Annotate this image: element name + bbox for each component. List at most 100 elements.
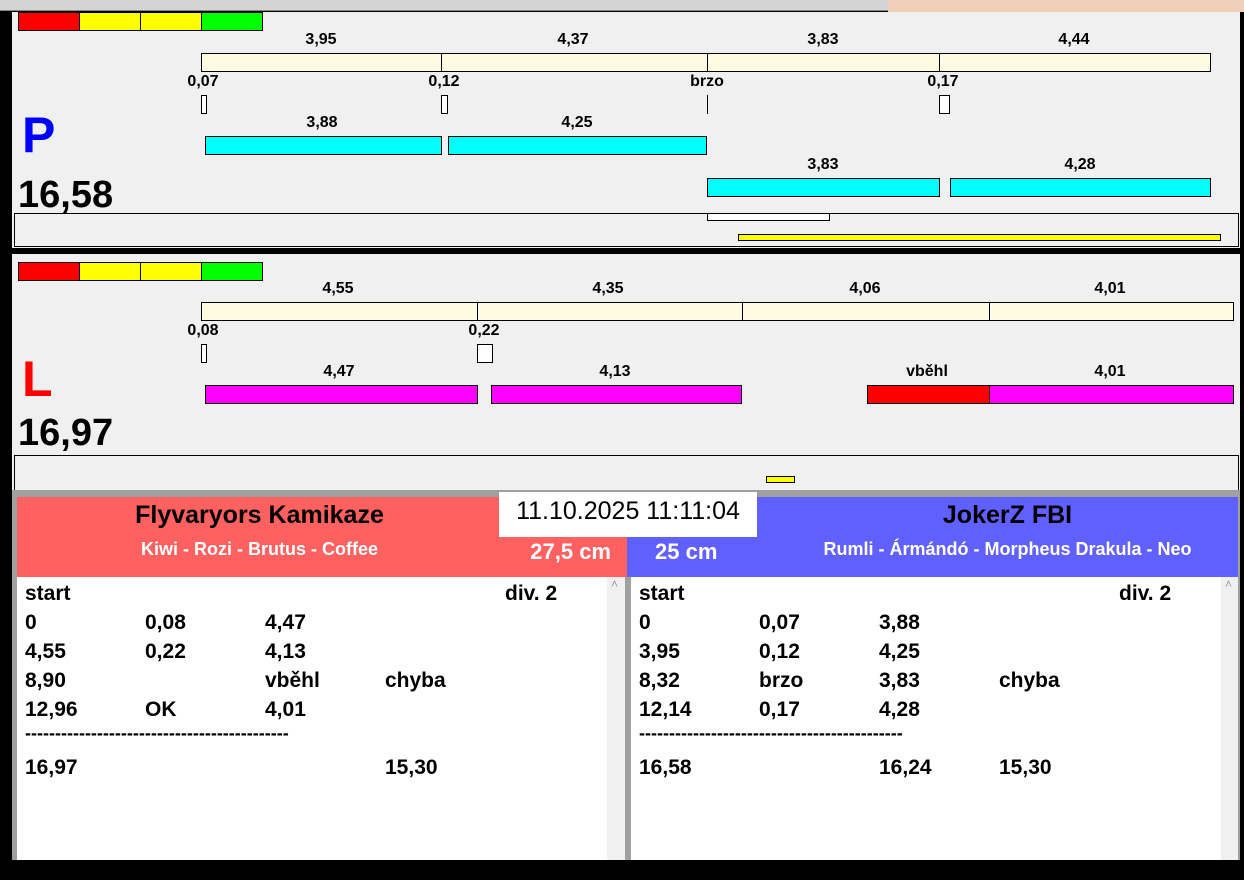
reaction-label: 0,07 [187,73,219,90]
dog-time-label: 4,13 [599,363,631,380]
cell: 0,12 [759,640,800,663]
cell: 8,90 [25,669,66,692]
split-bar [989,302,1234,321]
reaction-label: brzo [690,73,724,90]
light-yellow [79,262,141,281]
cell: 4,01 [265,698,306,721]
light-green [201,262,263,281]
split-bar [477,302,743,321]
team-left-height: 27,5 cm [530,539,611,564]
dog-time-bar [205,385,478,404]
results-list-right[interactable]: start div. 2 0 0,07 3,88 3,95 0,12 4,25 8,32… [631,577,1221,860]
scrollbar-right[interactable] [1221,577,1238,860]
results-list-left[interactable]: start div. 2 0 0,08 4,47 4,55 0,22 4,13 8,90… [17,577,607,860]
progress-marker [707,213,830,221]
reaction-mark [201,344,207,363]
list-header-start: start [639,582,685,605]
light-red [18,12,80,31]
cell: 3,95 [639,640,680,663]
split-label: 4,44 [1058,31,1090,48]
fault-bar [867,385,990,404]
timestamp: 11.10.2025 11:11:04 [499,492,757,537]
team-right-name: JokerZ FBI [942,501,1073,529]
cell: 4,28 [879,698,920,721]
team-left-name: Flyvaryors Kamikaze [135,501,384,529]
progress-box [14,455,1239,491]
light-red [18,262,80,281]
light-yellow [79,12,141,31]
reaction-mark [441,95,448,114]
cell: 0 [25,611,37,634]
cell: 4,13 [265,640,306,663]
dog-time-bar [950,178,1211,197]
dog-time-bar [989,385,1234,404]
cell: 0,07 [759,611,800,634]
cell: 12,96 [25,698,78,721]
cell: 0,17 [759,698,800,721]
light-yellow [140,262,202,281]
split-bar [201,302,478,321]
dog-time-label: 4,01 [1094,363,1126,380]
split-label: 3,95 [305,31,337,48]
tab-strip[interactable] [0,0,888,11]
cell: 16,97 [25,756,78,779]
lane-total: 16,97 [18,412,114,454]
dog-time-bar [448,136,707,155]
team-left-dogs: Kiwi - Rozi - Brutus - Coffee [141,539,378,559]
cell: 8,32 [639,669,680,692]
cell: 4,47 [265,611,306,634]
dog-time-label: 3,88 [306,114,338,131]
progress-bar [766,476,795,483]
split-label: 4,01 [1094,280,1126,297]
reaction-label: 0,12 [428,73,460,90]
dog-time-label: 4,28 [1064,156,1096,173]
dog-time-bar [707,178,940,197]
cell: brzo [759,669,804,692]
dog-time-label: 4,25 [561,114,593,131]
reaction-label: 0,22 [468,322,500,339]
lane-letter: L [22,351,53,407]
cell: 0,22 [145,640,186,663]
cell: 15,30 [385,756,438,779]
split-bar [742,302,990,321]
cell: chyba [999,669,1060,692]
dog-time-bar [205,136,442,155]
list-header-div: div. 2 [1119,582,1172,605]
lane-letter: P [22,107,56,163]
split-bar [441,53,708,72]
scrollbar-left[interactable] [607,577,625,860]
cell: 16,24 [879,756,932,779]
split-label: 4,37 [557,31,589,48]
split-bar [707,53,940,72]
cell: 4,55 [25,640,66,663]
progress-bar [738,234,1221,241]
cell: 16,58 [639,756,692,779]
reaction-mark [707,95,708,114]
dog-time-bar [491,385,742,404]
split-bar [201,53,442,72]
split-label: 4,35 [592,280,624,297]
reaction-label: 0,17 [927,73,959,90]
reaction-mark [201,95,207,114]
cell: 12,14 [639,698,692,721]
cell: 0,08 [145,611,186,634]
cell: chyba [385,669,446,692]
header-strip [888,0,1244,12]
fault-label: vběhl [906,363,948,380]
dog-time-label: 3,83 [807,156,839,173]
cell: OK [145,698,177,721]
light-green [201,12,263,31]
reaction-mark [939,95,950,114]
light-yellow [140,12,202,31]
reaction-label: 0,08 [187,322,219,339]
lane-total: 16,58 [18,174,114,216]
cell: vběhl [265,669,320,692]
separator: ----------------------------------------… [639,723,903,743]
cell: 4,25 [879,640,920,663]
list-header-start: start [25,582,71,605]
dog-time-label: 4,47 [323,363,355,380]
split-label: 4,55 [322,280,354,297]
cell: 15,30 [999,756,1052,779]
progress-box [14,213,1239,247]
team-right-height: 25 cm [655,539,718,564]
